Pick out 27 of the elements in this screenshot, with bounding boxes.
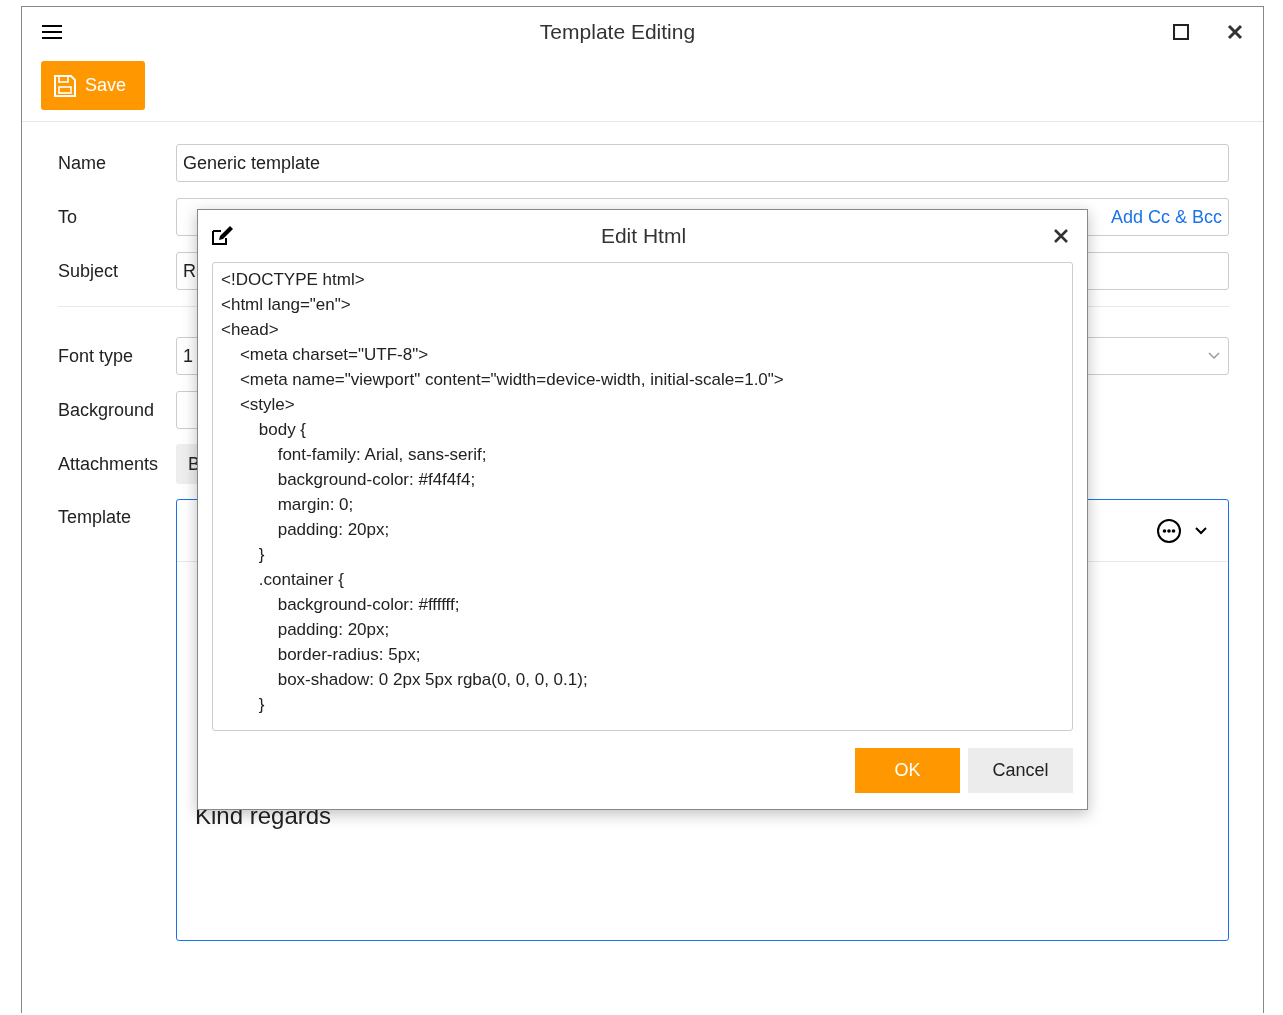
- dialog-title: Edit Html: [599, 224, 688, 248]
- code-line: <html lang="en">: [221, 294, 351, 316]
- code-line: padding: 20px;: [276, 619, 390, 641]
- field-label: Font type: [58, 345, 135, 367]
- field-label: To: [58, 206, 78, 228]
- code-line: <meta name="viewport" content="width=device-width, initial-scale=1.0">: [238, 369, 784, 391]
- code-line: .container {: [257, 569, 344, 591]
- code-line: background-color: #ffffff;: [276, 594, 460, 616]
- code-line: background-color: #f4f4f4;: [276, 469, 476, 491]
- code-line: }: [257, 544, 265, 566]
- code-line: <!DOCTYPE html>: [221, 269, 365, 291]
- field-label: Background: [58, 399, 156, 421]
- code-line: padding: 20px;: [276, 519, 390, 541]
- code-line: body {: [257, 419, 307, 441]
- field-label: Name: [58, 152, 107, 174]
- code-line: <style>: [238, 394, 295, 416]
- field-label: Attachments: [58, 453, 160, 475]
- field-label: Subject: [58, 260, 120, 282]
- code-line: border-radius: 5px;: [276, 644, 421, 666]
- code-line: }: [257, 694, 265, 716]
- code-line: font-family: Arial, sans-serif;: [276, 444, 487, 466]
- field-label: Template: [58, 506, 133, 528]
- code-line: box-shadow: 0 2px 5px rgba(0, 0, 0, 0.1);: [276, 669, 588, 691]
- code-line: margin: 0;: [276, 494, 354, 516]
- code-line: <meta charset="UTF-8">: [238, 344, 429, 366]
- window-title: Template Editing: [538, 20, 697, 44]
- code-line: <head>: [221, 319, 279, 341]
